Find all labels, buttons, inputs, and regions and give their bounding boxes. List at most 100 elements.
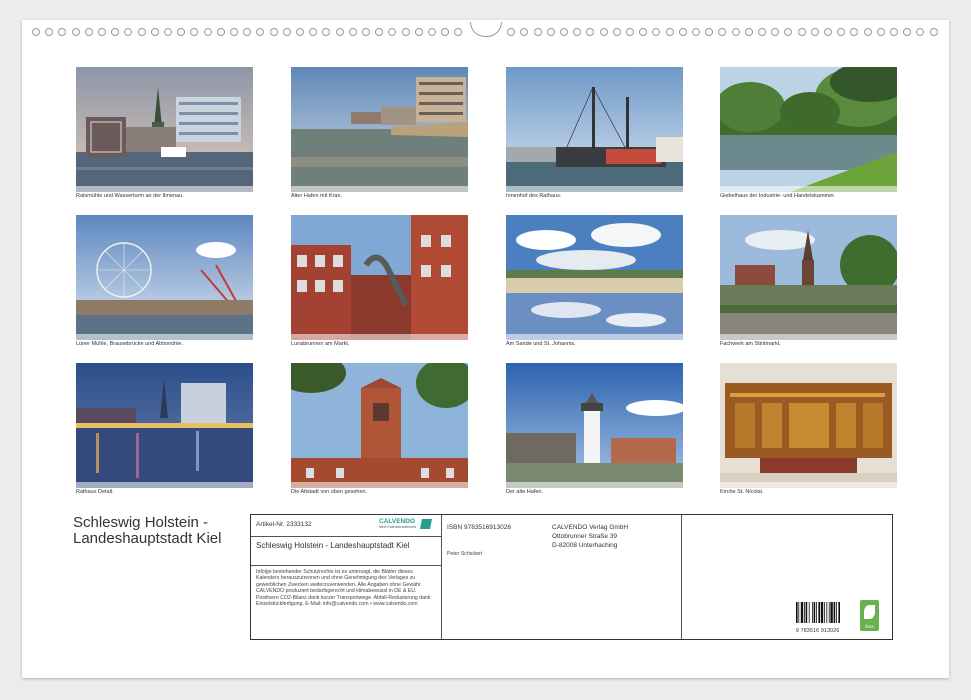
photo-caption: Lüner Mühle, Brausebrücke und Abtsmühle. <box>76 341 184 347</box>
calvendo-mark-icon <box>420 519 432 529</box>
legal-notice: Infolge bestehender Schutzrechte ist es … <box>256 569 431 608</box>
binding-ring <box>388 28 397 36</box>
binding-ring <box>348 28 357 36</box>
binding-ring <box>639 28 648 36</box>
leaf-icon <box>864 605 875 619</box>
imprint-box: Artikel-Nr. 2333132 CALVENDO Mein Kalend… <box>250 514 893 640</box>
mini-calendar-strip <box>76 334 253 340</box>
photo-alter-hafen-leuchtturm <box>506 363 683 488</box>
binding-ring <box>731 28 740 36</box>
photo-caption: Fachwerk am Stintmarkt. <box>720 341 781 347</box>
binding-ring <box>111 28 120 36</box>
binding-ring <box>190 28 199 36</box>
binding-ring <box>520 28 529 36</box>
photo-tile-2: Alter Hafen mit Kran. <box>291 67 468 199</box>
binding-ring <box>322 28 331 36</box>
binding-ring <box>71 28 80 36</box>
binding-ring <box>309 28 318 36</box>
binding-ring <box>335 28 344 36</box>
binding-ring <box>573 28 582 36</box>
binding-ring <box>903 28 912 36</box>
photo-caption: Innenhof des Rathaus. <box>506 193 562 199</box>
binding-ring <box>150 28 159 36</box>
article-number: Artikel-Nr. 2333132 <box>256 521 312 528</box>
calendar-back-page: Ratsmühle und Wasserturm an der Ilmenau.… <box>22 20 949 678</box>
imprint-column-barcode: 9 783516 913026 feca <box>682 515 892 639</box>
binding-ring <box>612 28 621 36</box>
binding-ring <box>916 28 925 36</box>
binding-ring <box>533 28 542 36</box>
photo-ratsmuehle <box>76 67 253 192</box>
mini-calendar-strip <box>291 482 468 488</box>
photo-tile-4: Giebelhaus der Industrie- und Handelskam… <box>720 67 897 199</box>
binding-ring <box>850 28 859 36</box>
binding-ring <box>929 28 938 36</box>
mini-calendar-strip <box>720 482 897 488</box>
publisher-address: CALVENDO Verlag GmbH Ottobrunner Straße … <box>552 523 628 550</box>
binding-ring <box>216 28 225 36</box>
isbn: ISBN 9783516913026 <box>447 524 511 531</box>
binding-ring <box>718 28 727 36</box>
binding-ring <box>441 28 450 36</box>
binding-ring <box>744 28 753 36</box>
binding-ring <box>203 28 212 36</box>
subtitle-row: Schleswig Holstein - Landeshauptstadt Ki… <box>251 537 441 566</box>
binding-ring <box>45 28 54 36</box>
binding-ring <box>177 28 186 36</box>
binding-ring <box>84 28 93 36</box>
photo-tile-9: Rathaus Detail. <box>76 363 253 495</box>
binding-ring <box>665 28 674 36</box>
binding-ring <box>586 28 595 36</box>
imprint-column-isbn: ISBN 9783516913026 Peter Schickert CALVE… <box>442 515 682 639</box>
binding-ring <box>58 28 67 36</box>
binding-ring <box>705 28 714 36</box>
article-row: Artikel-Nr. 2333132 CALVENDO Mein Kalend… <box>251 515 441 537</box>
mini-calendar-strip <box>506 482 683 488</box>
barcode-bars <box>796 602 840 623</box>
calvendo-logo: CALVENDO Mein Kalendersortiment <box>379 518 432 529</box>
barcode-number: 9 783516 913026 <box>796 628 840 634</box>
photo-st-nicolai <box>720 363 897 488</box>
photo-caption: Giebelhaus der Industrie- und Handelskam… <box>720 193 836 199</box>
photo-lunabrunnen <box>291 215 468 340</box>
calendar-title: Schleswig Holstein - Landeshauptstadt Ki… <box>73 514 222 547</box>
mini-calendar-strip <box>506 334 683 340</box>
binding-ring <box>32 28 40 36</box>
mini-calendar-strip <box>720 334 897 340</box>
binding-ring <box>98 28 106 36</box>
binding-ring <box>296 28 304 36</box>
photo-tile-6: Lunabrunnen am Markt. <box>291 215 468 347</box>
photo-tile-7: Am Sande und St. Johannis. <box>506 215 683 347</box>
photo-giebelhaus <box>720 67 897 192</box>
photo-tile-3: Innenhof des Rathaus. <box>506 67 683 199</box>
binding-ring <box>797 28 806 36</box>
binding-ring <box>414 28 423 36</box>
photo-tile-5: Lüner Mühle, Brausebrücke und Abtsmühle. <box>76 215 253 347</box>
binding-ring <box>401 28 410 36</box>
binding-ring <box>626 28 634 36</box>
binding-ring <box>692 28 700 36</box>
binding-ring <box>876 28 885 36</box>
mini-calendar-strip <box>291 186 468 192</box>
author: Peter Schickert <box>447 551 483 557</box>
binding-ring <box>230 28 238 36</box>
eco-label: feca <box>860 600 879 631</box>
photo-luener-muehle <box>76 215 253 340</box>
binding-ring <box>282 28 291 36</box>
binding-ring <box>784 28 793 36</box>
photo-altstadt <box>291 363 468 488</box>
photo-tile-8: Fachwerk am Stintmarkt. <box>720 215 897 347</box>
photo-fachwerk <box>720 215 897 340</box>
binding-ring <box>362 28 370 36</box>
photo-caption: Ratsmühle und Wasserturm an der Ilmenau. <box>76 193 184 199</box>
photo-am-sande <box>506 215 683 340</box>
binding-ring <box>652 28 661 36</box>
binding-ring <box>599 28 608 36</box>
photo-caption: Rathaus Detail. <box>76 489 114 495</box>
publisher-line: CALVENDO Verlag GmbH <box>552 524 629 531</box>
photo-tile-1: Ratsmühle und Wasserturm an der Ilmenau. <box>76 67 253 199</box>
binding-ring <box>824 28 832 36</box>
binding-ring <box>137 28 146 36</box>
binding-ring <box>164 28 172 36</box>
binding-ring <box>863 28 872 36</box>
